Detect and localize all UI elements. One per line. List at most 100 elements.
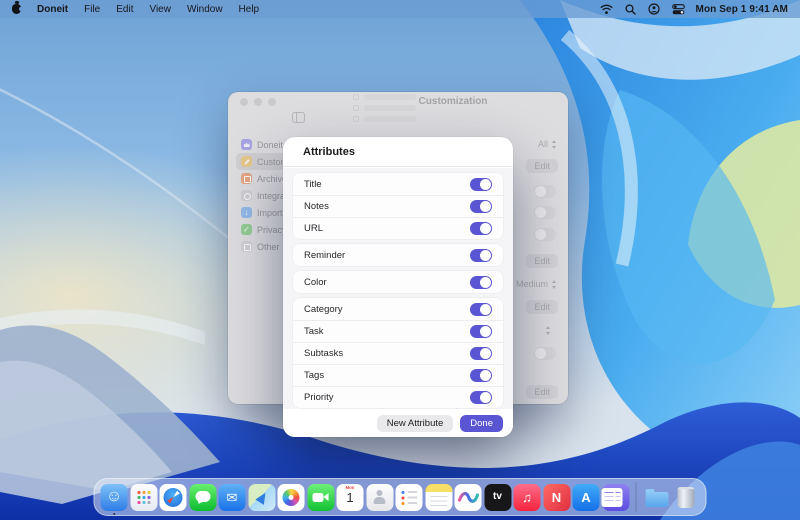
search-icon[interactable]	[624, 3, 637, 15]
toggle-color[interactable]	[470, 276, 492, 289]
menu-app-name[interactable]: Doneit	[37, 4, 68, 15]
note-lines-icon	[430, 496, 447, 498]
attribute-row-notes: Notes	[293, 195, 503, 217]
stepper-icon	[551, 140, 558, 149]
dock: ☺ ✉ Mon 1 tv ♫ N A	[94, 478, 707, 516]
attribute-row-title: Title	[293, 173, 503, 195]
toggle-reminder[interactable]	[470, 249, 492, 262]
calendar-day: 1	[337, 491, 364, 505]
menu-bar: Doneit File Edit View Window Help Mon Se…	[0, 0, 800, 18]
zoom-button[interactable]	[268, 98, 276, 106]
attribute-row-color: Color	[293, 271, 503, 293]
navigation-arrow-icon	[255, 490, 269, 505]
dock-app-facetime[interactable]	[307, 484, 334, 511]
attribute-row-subtasks: Subtasks	[293, 342, 503, 364]
desktop: Doneit File Edit View Window Help Mon Se…	[0, 0, 800, 520]
dock-app-tv[interactable]: tv	[484, 484, 511, 511]
dock-app-news[interactable]: N	[543, 484, 570, 511]
dock-app-mail[interactable]: ✉	[219, 484, 246, 511]
edit-button-2[interactable]: Edit	[526, 254, 558, 268]
priority-select[interactable]: Medium	[516, 279, 558, 289]
toggle-category[interactable]	[470, 303, 492, 316]
attribute-group: Color	[293, 271, 503, 293]
speech-bubble-icon	[195, 491, 210, 502]
dock-trash[interactable]	[673, 484, 700, 511]
dock-app-notes[interactable]	[425, 484, 452, 511]
close-button[interactable]	[240, 98, 248, 106]
dock-app-doneit[interactable]	[602, 484, 629, 511]
new-attribute-button[interactable]: New Attribute	[377, 415, 454, 432]
dock-app-safari[interactable]	[160, 484, 187, 511]
menu-file[interactable]: File	[84, 4, 100, 15]
squiggle-icon	[455, 484, 482, 511]
doneit-pro-icon	[241, 139, 252, 150]
menu-window[interactable]: Window	[187, 4, 223, 15]
done-button[interactable]: Done	[460, 415, 503, 432]
modal-content: Title Notes URL Reminder Color Category …	[283, 168, 513, 409]
toggle-url[interactable]	[470, 222, 492, 235]
dock-app-launchpad[interactable]	[130, 484, 157, 511]
dimmed-toggle-1[interactable]	[534, 185, 556, 198]
dock-app-messages[interactable]	[189, 484, 216, 511]
menu-edit[interactable]: Edit	[116, 4, 133, 15]
calendar-weekday: Mon	[340, 487, 359, 491]
dock-app-calendar[interactable]: Mon 1	[337, 484, 364, 511]
menu-help[interactable]: Help	[239, 4, 260, 15]
trash-icon	[678, 487, 695, 508]
attribute-row-url: URL	[293, 217, 503, 239]
dock-app-freeform[interactable]	[455, 484, 482, 511]
folder-icon	[645, 492, 668, 507]
sidebar-toggle-icon[interactable]	[292, 112, 305, 123]
running-indicator	[113, 513, 116, 516]
user-icon[interactable]	[648, 3, 661, 15]
toggle-tags[interactable]	[470, 369, 492, 382]
toggle-notes[interactable]	[470, 200, 492, 213]
dimmed-toggle-2[interactable]	[534, 206, 556, 219]
modal-header: Attributes	[283, 137, 513, 167]
privacy-icon	[241, 224, 252, 235]
menu-view[interactable]: View	[149, 4, 171, 15]
toggle-task[interactable]	[470, 325, 492, 338]
checklist-icon	[402, 491, 405, 494]
wifi-icon[interactable]	[600, 3, 613, 15]
attribute-row-priority: Priority	[293, 386, 503, 408]
dock-app-music[interactable]: ♫	[514, 484, 541, 511]
toggle-subtasks[interactable]	[470, 347, 492, 360]
attribute-row-tags: Tags	[293, 364, 503, 386]
attribute-row-task: Task	[293, 320, 503, 342]
toggle-priority[interactable]	[470, 391, 492, 404]
edit-button-1[interactable]: Edit	[526, 159, 558, 173]
control-center-icon[interactable]	[672, 3, 685, 15]
attribute-group: Title Notes URL	[293, 173, 503, 239]
attribute-row-category: Category	[293, 298, 503, 320]
pinwheel-icon	[283, 489, 300, 506]
menu-clock[interactable]: Mon Sep 1 9:41 AM	[696, 4, 788, 15]
window-title: Customization	[419, 96, 488, 107]
dock-downloads-folder[interactable]	[643, 484, 670, 511]
dock-app-finder[interactable]: ☺	[101, 484, 128, 511]
stepper-icon	[551, 280, 558, 289]
dock-app-contacts[interactable]	[366, 484, 393, 511]
filter-select[interactable]: All	[538, 139, 558, 149]
running-indicator	[602, 488, 616, 507]
dock-app-photos[interactable]	[278, 484, 305, 511]
dock-app-reminders[interactable]	[396, 484, 423, 511]
toggle-title[interactable]	[470, 178, 492, 191]
video-camera-icon	[312, 493, 323, 502]
dimmed-toggle-3[interactable]	[534, 228, 556, 241]
launchpad-grid-icon	[137, 491, 141, 495]
stepper-icon[interactable]	[545, 326, 552, 335]
traffic-lights	[240, 98, 276, 106]
minimize-button[interactable]	[254, 98, 262, 106]
edit-button-4[interactable]: Edit	[526, 385, 558, 399]
dimmed-toggle-4[interactable]	[534, 347, 556, 360]
edit-button-3[interactable]: Edit	[526, 300, 558, 314]
compass-icon	[164, 488, 183, 507]
attribute-group: Category Task Subtasks Tags Priority	[293, 298, 503, 408]
attribute-group: Reminder	[293, 244, 503, 266]
modal-title: Attributes	[303, 146, 355, 158]
apple-menu-icon[interactable]	[12, 4, 21, 14]
dock-app-appstore[interactable]: A	[573, 484, 600, 511]
attributes-modal: Attributes Title Notes URL Reminder Colo…	[283, 137, 513, 437]
dock-app-maps[interactable]	[248, 484, 275, 511]
